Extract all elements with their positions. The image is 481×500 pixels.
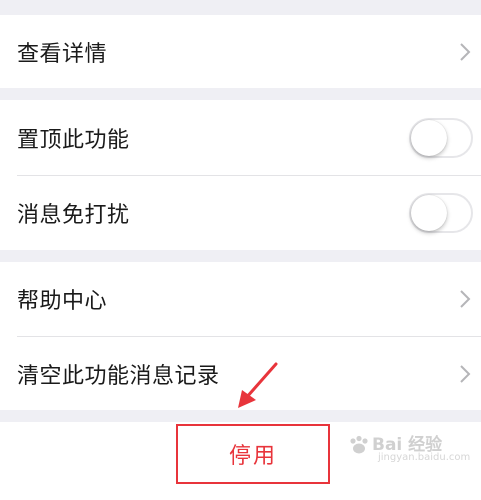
help-center-label: 帮助中心 (17, 289, 108, 314)
view-details-label: 查看详情 (17, 41, 108, 67)
help-center-row[interactable]: 帮助中心 (0, 262, 481, 336)
watermark-url: jingyan.baidu.com (378, 452, 471, 463)
toggle-knob (411, 120, 447, 156)
annotation-arrow-icon (238, 362, 278, 408)
toggle-knob (411, 195, 447, 231)
mute-toggle[interactable] (409, 193, 473, 233)
pin-feature-row: 置顶此功能 (0, 100, 481, 175)
mute-label: 消息免打扰 (17, 203, 130, 228)
clear-history-label: 清空此功能消息记录 (17, 363, 220, 389)
disable-button-label: 停用 (228, 444, 277, 469)
details-group: 查看详情 (0, 15, 481, 88)
pin-feature-label: 置顶此功能 (17, 127, 130, 153)
disable-button[interactable]: 停用 (176, 424, 330, 484)
baidu-paw-icon (350, 435, 368, 454)
mute-row: 消息免打扰 (0, 176, 481, 250)
chevron-right-icon (460, 365, 471, 383)
view-details-row[interactable]: 查看详情 (0, 15, 481, 88)
pin-feature-toggle[interactable] (409, 118, 473, 158)
settings-group: 置顶此功能 消息免打扰 (0, 100, 481, 250)
chevron-right-icon (460, 290, 471, 308)
chevron-right-icon (460, 43, 471, 61)
